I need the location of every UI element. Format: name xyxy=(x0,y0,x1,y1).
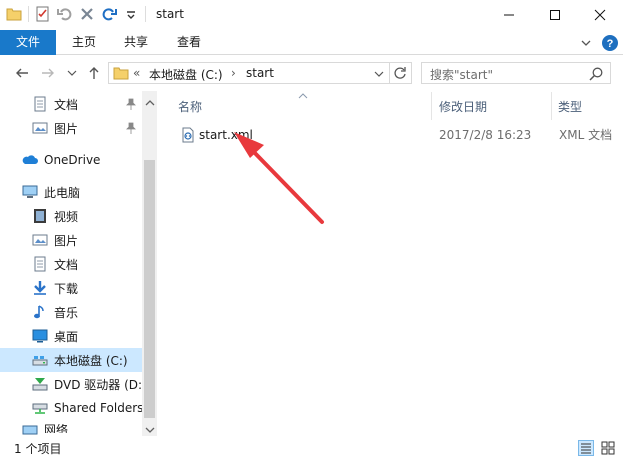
details-view-button[interactable] xyxy=(578,440,594,456)
large-icons-view-icon xyxy=(601,441,615,455)
annotation-arrow xyxy=(234,132,324,224)
details-view-icon xyxy=(581,443,591,454)
large-icons-view-button[interactable] xyxy=(600,440,616,456)
status-bar: 1 个项目 xyxy=(0,436,623,460)
item-count: 1 个项目 xyxy=(14,442,62,456)
